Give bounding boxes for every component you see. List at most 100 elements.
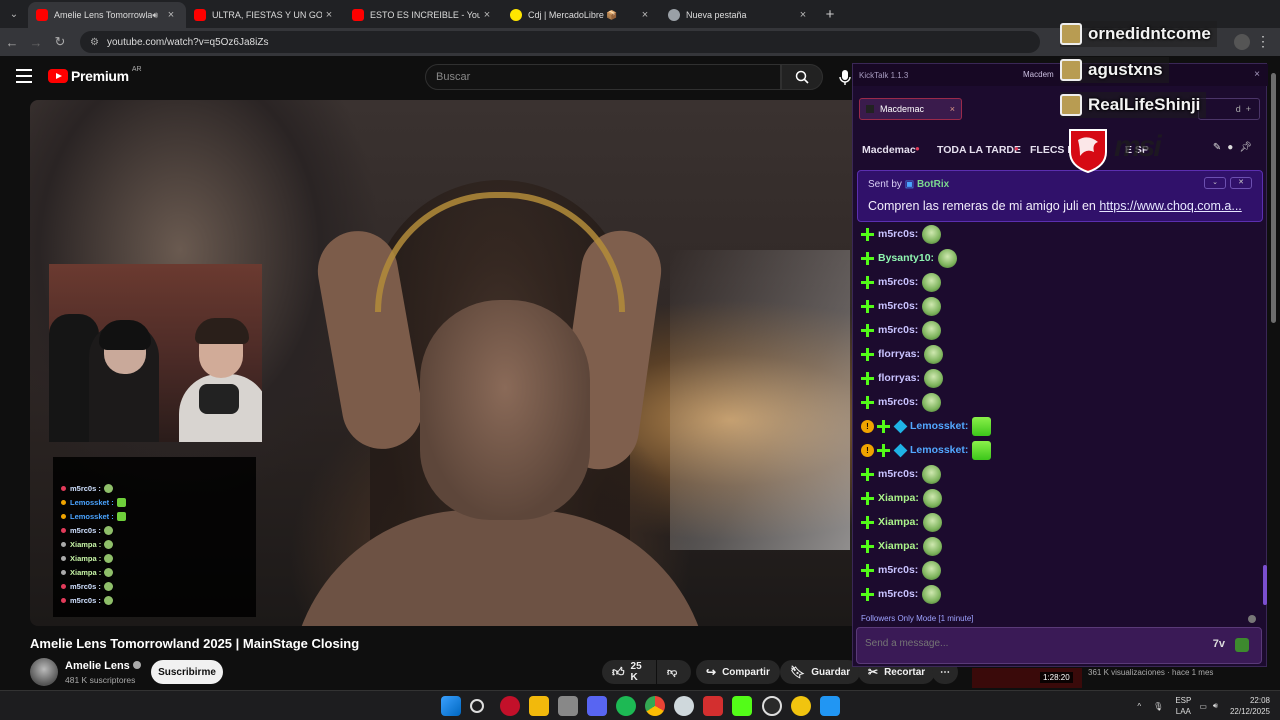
chat-message[interactable]: m5rc0s: bbox=[861, 390, 1261, 414]
chat-message[interactable]: m5rc0s: bbox=[861, 462, 1261, 486]
browser-tab[interactable]: ULTRA, FIESTAS Y UN GORDO L× bbox=[186, 2, 344, 28]
kick-icon[interactable] bbox=[732, 696, 752, 716]
close-tab-icon[interactable]: × bbox=[796, 9, 810, 21]
chat-message[interactable]: m5rc0s: bbox=[861, 558, 1261, 582]
chat-message[interactable]: Xiampa: bbox=[861, 510, 1261, 534]
7tv-emote-icon[interactable]: 7v bbox=[1213, 638, 1225, 650]
youtube-logo[interactable]: Premium AR bbox=[48, 66, 142, 84]
browser-tab[interactable]: Nueva pestaña × bbox=[660, 2, 818, 28]
chat-message[interactable]: Xiampa: bbox=[861, 486, 1261, 510]
network-icon[interactable]: ▭ bbox=[1199, 702, 1207, 711]
spotify-icon[interactable] bbox=[616, 696, 636, 716]
profile-avatar-icon[interactable] bbox=[1234, 34, 1250, 50]
recommended-video[interactable]: 1:28:20 361 K visualizaciones · hace 1 m… bbox=[972, 668, 1272, 688]
page-scrollbar[interactable] bbox=[1270, 63, 1278, 667]
add-chatroom-button[interactable]: d + bbox=[1198, 98, 1260, 120]
chat-tab-macdemac[interactable]: Macdemac × bbox=[859, 98, 962, 120]
tray-chevron-icon[interactable]: ^ bbox=[1137, 702, 1141, 711]
chat-username[interactable]: florryas: bbox=[878, 372, 920, 384]
chat-username[interactable]: Lemossket: bbox=[910, 444, 968, 456]
browser-tab[interactable]: Cdj | MercadoLibre 📦 × bbox=[502, 2, 660, 28]
site-info-icon[interactable]: ⚙ bbox=[90, 37, 99, 48]
browser-menu-icon[interactable]: ⋮ bbox=[1256, 33, 1270, 50]
mic-tray-icon[interactable]: 🎙︎ bbox=[1153, 702, 1163, 711]
kick-emote-icon[interactable] bbox=[1235, 638, 1249, 652]
app-red-icon[interactable] bbox=[500, 696, 520, 716]
close-tab-icon[interactable]: × bbox=[950, 104, 955, 114]
close-tab-icon[interactable]: × bbox=[480, 9, 494, 21]
page-scrollbar-thumb[interactable] bbox=[1271, 73, 1276, 323]
chat-message[interactable]: florryas: bbox=[861, 342, 1261, 366]
chat-message[interactable]: ! Lemossket: bbox=[861, 438, 1261, 462]
unpin-icon[interactable]: ✕ bbox=[1230, 177, 1252, 189]
tab-search-chevron-icon[interactable]: ⌄ bbox=[0, 0, 28, 28]
chat-username[interactable]: m5rc0s: bbox=[878, 396, 918, 408]
pin-icon[interactable]: 📌︎ bbox=[1239, 142, 1258, 153]
share-button[interactable]: ↪ Compartir bbox=[696, 660, 780, 684]
save-button[interactable]: 🔖︎ Guardar bbox=[780, 660, 861, 684]
channel-name-text[interactable]: Amelie Lens bbox=[65, 660, 130, 672]
close-tab-icon[interactable]: × bbox=[164, 9, 178, 21]
like-button[interactable]: 👍︎ 25 K bbox=[602, 660, 656, 684]
mentioned-channel-tab[interactable]: TODA LA TARDE bbox=[937, 144, 1021, 156]
pinned-link[interactable]: https://www.choq.com.a... bbox=[1099, 199, 1241, 213]
app-icon[interactable] bbox=[674, 696, 694, 716]
reload-icon[interactable]: ↻ bbox=[48, 34, 72, 50]
tab-audio-icon[interactable]: 🔊︎ bbox=[152, 10, 158, 21]
info-icon[interactable] bbox=[1248, 615, 1256, 623]
app-icon[interactable] bbox=[558, 696, 578, 716]
obs-icon[interactable] bbox=[762, 696, 782, 716]
chat-username[interactable]: m5rc0s: bbox=[878, 468, 918, 480]
app-icon[interactable] bbox=[820, 696, 840, 716]
clock[interactable]: 22:08 22/12/2025 bbox=[1230, 695, 1270, 717]
hamburger-menu-icon[interactable] bbox=[16, 69, 32, 83]
chat-message[interactable]: m5rc0s: bbox=[861, 270, 1261, 294]
back-arrow-icon[interactable]: ← bbox=[0, 35, 24, 50]
channel-name[interactable]: Amelie Lens bbox=[65, 660, 141, 672]
volume-icon[interactable]: 🔊︎ bbox=[1213, 701, 1218, 711]
chat-username[interactable]: m5rc0s: bbox=[878, 300, 918, 312]
chat-message[interactable]: ! Lemossket: bbox=[861, 414, 1261, 438]
chat-username[interactable]: Lemossket: bbox=[910, 420, 968, 432]
search-icon[interactable] bbox=[470, 699, 484, 713]
chat-username[interactable]: Xiampa: bbox=[878, 492, 919, 504]
search-button[interactable] bbox=[781, 64, 823, 90]
chat-message[interactable]: m5rc0s: bbox=[861, 318, 1261, 342]
mentioned-channel-tab[interactable]: Macdemac bbox=[862, 144, 916, 156]
close-tab-icon[interactable]: × bbox=[322, 9, 336, 21]
chat-message[interactable]: Xiampa: bbox=[861, 534, 1261, 558]
user-icon[interactable]: ● bbox=[1227, 142, 1239, 153]
discord-icon[interactable] bbox=[587, 696, 607, 716]
close-tab-icon[interactable]: × bbox=[638, 9, 652, 21]
new-tab-button[interactable]: + bbox=[818, 6, 842, 23]
dislike-button[interactable]: 👎︎ bbox=[657, 660, 691, 684]
pencil-icon[interactable]: ✎ bbox=[1213, 142, 1227, 153]
search-input[interactable]: Buscar bbox=[425, 64, 781, 90]
url-field[interactable]: ⚙ youtube.com/watch?v=q5Oz6Ja8iZs bbox=[80, 31, 1040, 53]
forward-arrow-icon[interactable]: → bbox=[24, 35, 48, 50]
chat-username[interactable]: m5rc0s: bbox=[878, 564, 918, 576]
chat-scrollbar-thumb[interactable] bbox=[1263, 565, 1267, 605]
kicktalk-close-icon[interactable]: × bbox=[1254, 69, 1260, 80]
chat-username[interactable]: florryas: bbox=[878, 348, 920, 360]
app-icon[interactable] bbox=[703, 696, 723, 716]
message-input[interactable] bbox=[865, 638, 1185, 649]
subscribe-button[interactable]: Suscribirme bbox=[151, 660, 223, 684]
keyboard-language[interactable]: ESP LAA bbox=[1175, 695, 1191, 717]
chat-message[interactable]: m5rc0s: bbox=[861, 582, 1261, 606]
chat-username[interactable]: m5rc0s: bbox=[878, 276, 918, 288]
file-explorer-icon[interactable] bbox=[529, 696, 549, 716]
chat-username[interactable]: Xiampa: bbox=[878, 540, 919, 552]
chat-message[interactable]: florryas: bbox=[861, 366, 1261, 390]
start-windows-icon[interactable] bbox=[441, 696, 461, 716]
chat-username[interactable]: m5rc0s: bbox=[878, 228, 918, 240]
chat-username[interactable]: Bysanty10: bbox=[878, 252, 934, 264]
chat-username[interactable]: m5rc0s: bbox=[878, 324, 918, 336]
app-icon[interactable] bbox=[791, 696, 811, 716]
channel-avatar[interactable] bbox=[30, 658, 58, 686]
chat-message[interactable]: m5rc0s: bbox=[861, 222, 1261, 246]
chat-message[interactable]: m5rc0s: bbox=[861, 294, 1261, 318]
browser-tab[interactable]: ESTO ES INCREIBLE - YouTube× bbox=[344, 2, 502, 28]
browser-tab[interactable]: Amelie Lens Tomorrowland 🔊︎ × bbox=[28, 2, 186, 28]
expand-pinned-icon[interactable]: ⌄ bbox=[1204, 177, 1226, 189]
